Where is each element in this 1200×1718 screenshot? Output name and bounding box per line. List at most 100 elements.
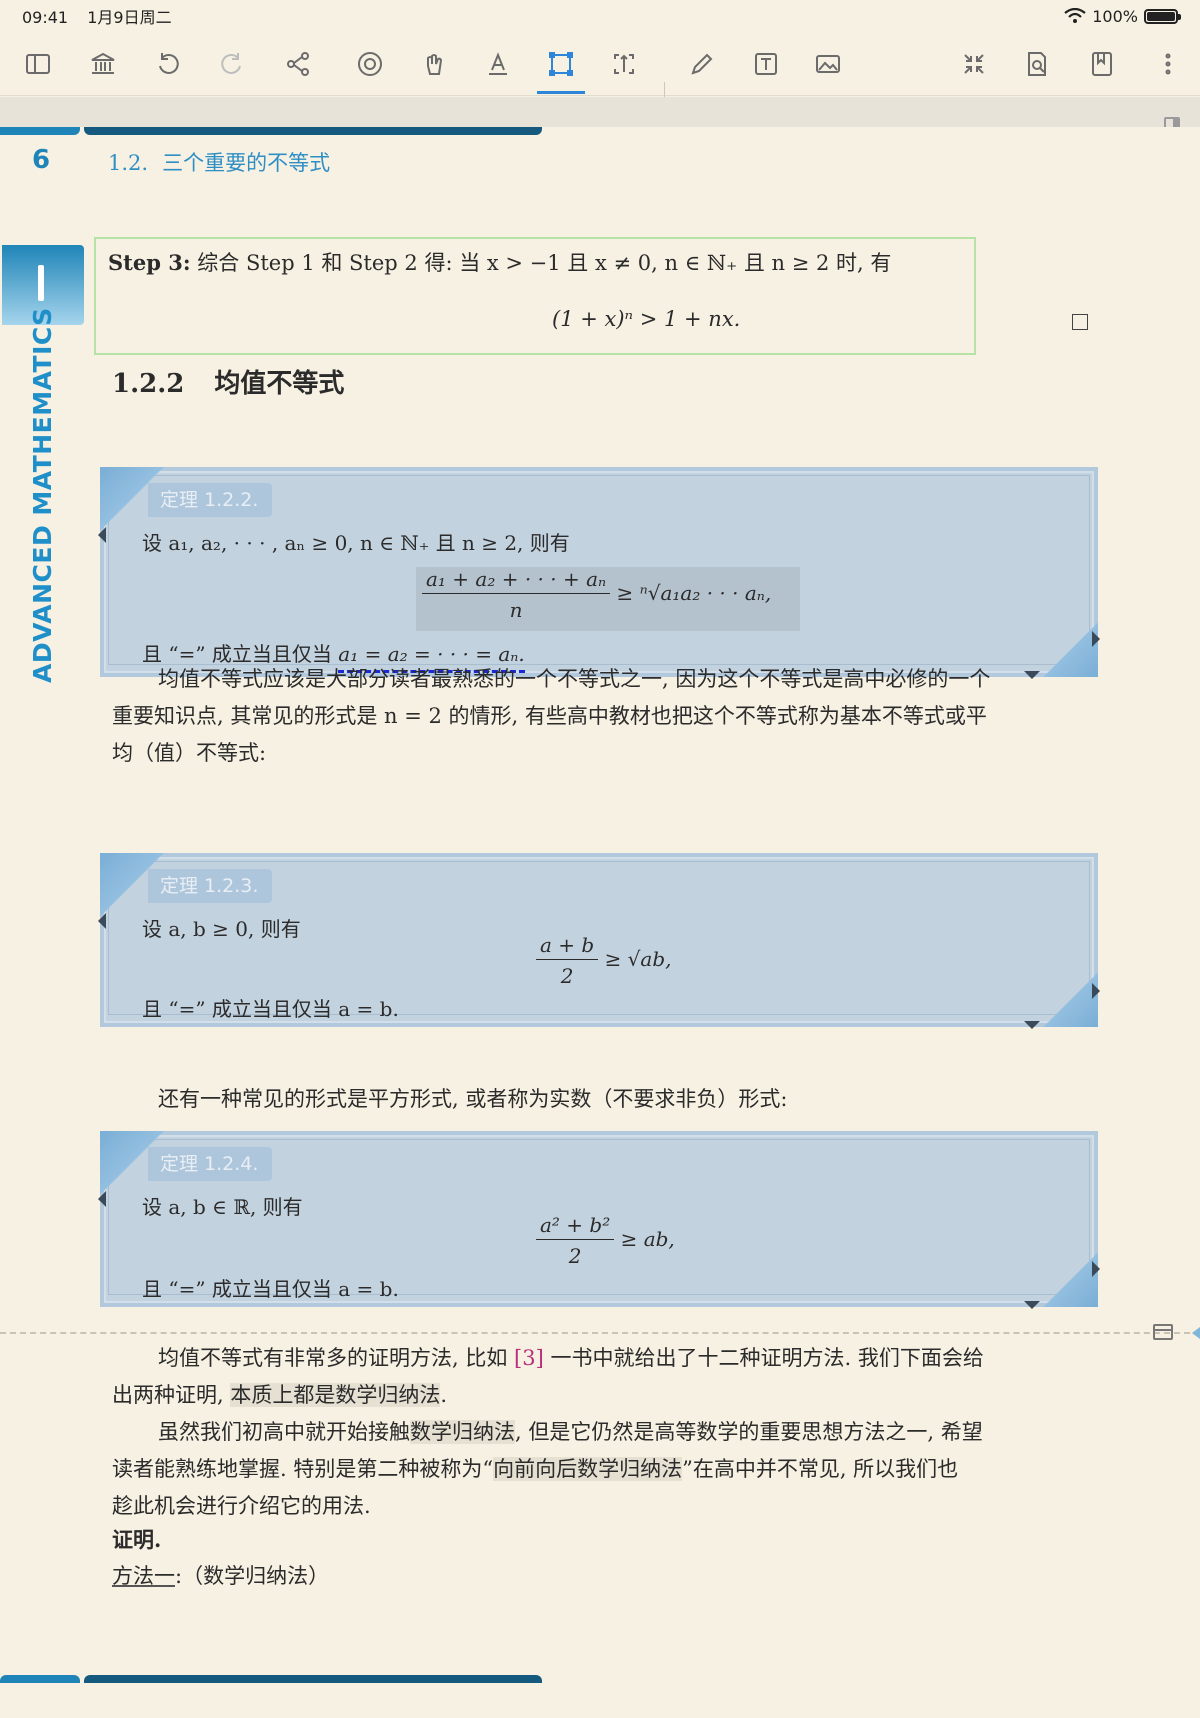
step3-label: Step 3: [108,250,191,275]
more-icon[interactable] [1148,44,1188,84]
formula-rhs: ≥ ab, [620,1227,675,1251]
toolbar [0,32,1200,112]
pen-icon[interactable] [682,44,722,84]
battery-percent: 100% [1092,6,1138,26]
method-label: 方法一 [112,1564,175,1588]
hand-icon[interactable] [414,44,454,84]
running-head-number: 1.2. [108,151,149,175]
page-number: 6 [32,145,51,175]
paragraph-3: 均值不等式有非常多的证明方法, 比如 [3] 一书中就给出了十二种证明方法. 我… [112,1340,1090,1414]
sidebar-icon[interactable] [18,44,58,84]
status-date: 1月9日周二 [87,8,172,27]
formula-denominator: 2 [560,964,574,988]
theorem-formula: a + b 2 ≥ √ab, [536,933,672,988]
proof-label: 证明. [112,1527,162,1552]
undo-icon[interactable] [148,44,188,84]
step3-formula: (1 + x)ⁿ > 1 + nx. [552,307,741,331]
arrow-down-icon [1024,1021,1040,1029]
share-icon[interactable] [278,44,318,84]
section-title: 1.2.2 均值不等式 [112,363,344,400]
paragraph-text: . [440,1383,448,1407]
step3-line: Step 3: 综合 Step 1 和 Step 2 得: 当 x > −1 且… [108,247,891,277]
formula-denominator: 2 [568,1244,582,1268]
paragraph-text: 一书中就给出了十二种证明方法. 我们下面会给 [550,1346,984,1370]
theorem-label: 定理 1.2.4. [148,1147,273,1181]
highlighted-text[interactable]: 本质上都是数学归纳法 [230,1383,441,1407]
paragraph-text: ”在高中并不常见, 所以我们也 [682,1457,959,1481]
paragraph-line: 还有一种常见的形式是平方形式, 或者称为实数（不要求非负）形式: [158,1087,788,1111]
arrow-right-icon [1092,983,1100,999]
theorem-formula: a₁ + a₂ + · · · + aₙ n ≥ ⁿ√a₁a₂ · · · aₙ, [422,567,771,622]
theorem-statement: 设 a, b ∈ ℝ, 则有 [142,1195,303,1219]
theorem-box-2: 定理 1.2.3. 设 a, b ≥ 0, 则有 a + b 2 ≥ √ab, 且… [98,853,1100,1029]
citation-link[interactable]: [3] [514,1346,544,1370]
qed-square-icon [1072,314,1088,330]
paragraph-line: 均值不等式应该是大部分读者最熟悉的一个不等式之一, 因为这个不等式是高中必修的一… [158,667,991,691]
crop-icon[interactable] [604,44,644,84]
status-time: 09:41 [22,8,69,27]
highlighted-text[interactable]: 数学归纳法 [410,1420,515,1444]
paragraph-line: 均（值）不等式: [112,741,267,765]
arrow-down-icon [1024,1301,1040,1309]
window-icon[interactable] [1153,1324,1173,1340]
textbox-icon[interactable] [746,44,786,84]
theorem-statement: 设 a, b ≥ 0, 则有 [142,917,301,941]
header-bar [84,127,542,135]
footer-bar-accent [0,1675,80,1683]
theorem-equality: 且 “=” 成立当且仅当 a = b. [142,997,399,1021]
footer-bar [84,1675,542,1683]
formula-numerator: a² + b² [536,1213,615,1240]
theorem-formula: a² + b² 2 ≥ ab, [536,1213,675,1268]
text-highlight-icon[interactable] [478,44,518,84]
formula-numerator: a + b [536,933,599,960]
header-bar-accent [0,127,80,135]
theorem-label: 定理 1.2.3. [148,869,273,903]
bookmark-icon[interactable] [1082,44,1122,84]
pdf-page: 6 1.2. 三个重要的不等式 ADVANCED MATHEMATICS Step… [0,127,1200,1718]
section-number: 1.2.2 [112,369,185,399]
paragraph-line: 趁此机会进行介绍它的用法. [112,1494,371,1518]
formula-rhs: ≥ ⁿ√a₁a₂ · · · aₙ, [616,581,772,605]
paragraph-text: 出两种证明, [112,1383,224,1407]
book-side-title: ADVANCED MATHEMATICS [28,307,57,683]
running-head-title: 三个重要的不等式 [162,151,331,175]
rotate-settings-icon[interactable] [350,44,390,84]
paragraph-text: 读者能熟练地掌握. 特别是第二种被称为“ [112,1457,494,1481]
corner-decoration [1038,967,1098,1027]
arrow-left-icon [98,913,106,929]
search-doc-icon[interactable] [1017,44,1057,84]
proof-block: 证明. 方法一:（数学归纳法） [112,1521,1090,1595]
formula-denominator: n [509,598,523,622]
library-icon[interactable] [83,44,123,84]
paragraph-4: 虽然我们初高中就开始接触数学归纳法, 但是它仍然是高等数学的重要思想方法之一, … [112,1414,1090,1525]
wifi-icon [1064,8,1086,23]
formula-numerator: a₁ + a₂ + · · · + aₙ [422,567,611,594]
paragraph-2: 还有一种常见的形式是平方形式, 或者称为实数（不要求非负）形式: [112,1081,1090,1118]
paragraph-1: 均值不等式应该是大部分读者最熟悉的一个不等式之一, 因为这个不等式是高中必修的一… [112,661,1090,772]
running-head: 1.2. 三个重要的不等式 [108,147,330,177]
theorem-box-3: 定理 1.2.4. 设 a, b ∈ ℝ, 则有 a² + b² 2 ≥ ab, … [98,1131,1100,1309]
theorem-label: 定理 1.2.2. [148,483,273,517]
rectangle-select-icon[interactable] [537,44,585,94]
arrow-left-icon [98,1191,106,1207]
arrow-right-icon [1092,631,1100,647]
status-bar: 09:41 1月9日周二 100% [0,0,1200,32]
arrow-left-icon [98,527,106,543]
theorem-box-1: 定理 1.2.2. 设 a₁, a₂, · · · , aₙ ≥ 0, n ∈ … [98,467,1100,679]
page-break-line [0,1332,1190,1334]
image-icon[interactable] [808,44,848,84]
toolbar-shadow-band [0,97,1200,127]
theorem-equality: 且 “=” 成立当且仅当 a = b. [142,1277,399,1301]
theorem-statement: 设 a₁, a₂, · · · , aₙ ≥ 0, n ∈ ℕ₊ 且 n ≥ 2… [142,531,570,555]
redo-icon[interactable] [212,44,252,84]
page-break-arrow-icon [1192,1327,1200,1339]
method-text: :（数学归纳法） [175,1564,330,1588]
paragraph-text: 均值不等式有非常多的证明方法, 比如 [158,1346,508,1370]
step3-text: 综合 Step 1 和 Step 2 得: 当 x > −1 且 x ≠ 0, … [197,251,892,275]
collapse-icon[interactable] [954,44,994,84]
formula-rhs: ≥ √ab, [604,947,672,971]
highlighted-text[interactable]: 向前向后数学归纳法 [493,1457,683,1481]
paragraph-text: 虽然我们初高中就开始接触 [158,1420,410,1444]
step3-box: Step 3: 综合 Step 1 和 Step 2 得: 当 x > −1 且… [94,237,976,355]
battery-icon [1144,8,1181,24]
